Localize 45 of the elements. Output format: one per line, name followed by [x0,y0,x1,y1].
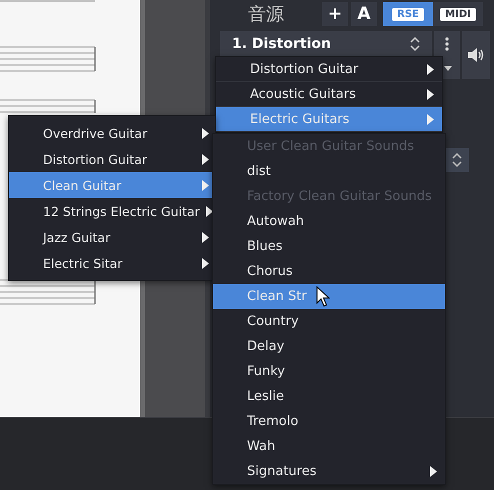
menu-item[interactable]: Blues [213,234,445,259]
menu-item[interactable]: Electric Sitar [9,250,215,276]
mouse-cursor-icon [316,286,330,308]
submenu-arrow-icon [427,88,434,100]
submenu-arrow-icon [202,232,209,242]
menu-item[interactable]: Signatures [213,459,445,484]
updown-icon [410,36,420,52]
menu-item[interactable]: Tremolo [213,409,445,434]
caret-icon [444,66,452,70]
tool-button[interactable]: + [322,2,348,26]
menu-item[interactable]: Leslie [213,384,445,409]
speaker-icon [467,47,485,63]
menu-item[interactable]: Wah [213,434,445,459]
menu-item[interactable]: Jazz Guitar [9,224,215,250]
menu-item[interactable]: Chorus [213,259,445,284]
mode-tab[interactable]: RSE [383,2,433,26]
menu-item[interactable]: Country [213,309,445,334]
menu-item[interactable]: Overdrive Guitar [9,120,215,146]
updown-icon [452,152,462,168]
menu-item[interactable]: Delay [213,334,445,359]
submenu-arrow-icon [206,206,213,216]
submenu-arrow-icon [427,64,434,74]
menu-section-header: User Clean Guitar Sounds [246,138,415,156]
more-button[interactable] [434,31,460,57]
menu-item[interactable]: Distortion Guitar [9,146,215,172]
submenu-arrow-icon [202,180,209,190]
track-dropdown[interactable]: 1. Distortion [220,31,432,57]
submenu-arrow-icon [202,154,209,164]
kebab-icon [445,37,449,51]
mode-tab[interactable]: MIDI [433,2,483,26]
submenu-arrow-icon [202,258,209,268]
speaker-button[interactable] [462,31,490,79]
submenu-arrow-icon [202,128,209,138]
menu-item[interactable]: dist [213,159,445,184]
menu-item[interactable]: 12 Strings Electric Guitar [9,198,215,224]
menu-item[interactable]: Funky [213,359,445,384]
submenu-arrow-icon [430,466,437,477]
submenu-arrow-icon [427,114,434,124]
tool-button[interactable]: A [351,2,377,26]
stepper-button[interactable] [445,148,469,172]
track-name: 1. Distortion [232,36,331,52]
menu-item[interactable]: Distortion Guitar [216,57,442,82]
menu-section-header: Factory Clean Guitar Sounds [246,188,433,206]
panel-title: 音源 [247,3,285,26]
menu-item[interactable]: Autowah [213,209,445,234]
